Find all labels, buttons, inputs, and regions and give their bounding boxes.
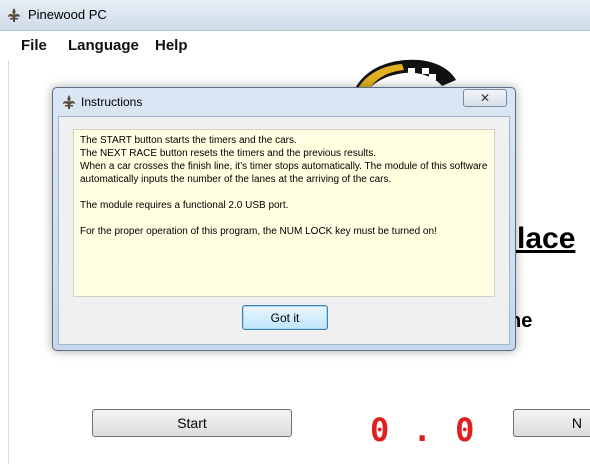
title-bar: Pinewood PC bbox=[0, 0, 590, 31]
instruction-line: The START button starts the timers and t… bbox=[80, 135, 297, 146]
instructions-text: The START button starts the timers and t… bbox=[73, 129, 495, 297]
window-title: Pinewood PC bbox=[28, 7, 107, 22]
instruction-line: For the proper operation of this program… bbox=[80, 226, 437, 237]
menu-help[interactable]: Help bbox=[155, 37, 188, 54]
start-button[interactable]: Start bbox=[92, 409, 292, 437]
instructions-dialog: Instructions ✕ The START button starts t… bbox=[52, 87, 516, 351]
instruction-line: The NEXT RACE button resets the timers a… bbox=[80, 148, 377, 159]
instruction-line: The module requires a functional 2.0 USB… bbox=[80, 200, 289, 211]
next-race-button[interactable]: N bbox=[513, 409, 590, 437]
race-timer: 0 . 0 bbox=[370, 411, 477, 449]
fleur-de-lis-icon bbox=[63, 95, 75, 109]
dialog-body: The START button starts the timers and t… bbox=[58, 116, 510, 345]
close-icon: ✕ bbox=[479, 91, 491, 105]
dialog-title: Instructions bbox=[81, 95, 143, 109]
menu-file[interactable]: File bbox=[21, 37, 47, 54]
menu-bar: File Language Help bbox=[8, 31, 590, 61]
fleur-de-lis-icon bbox=[8, 8, 20, 22]
menu-language[interactable]: Language bbox=[68, 37, 139, 54]
got-it-button[interactable]: Got it bbox=[242, 305, 328, 330]
instruction-line: When a car crosses the finish line, it’s… bbox=[80, 161, 488, 185]
close-button[interactable]: ✕ bbox=[463, 89, 507, 107]
